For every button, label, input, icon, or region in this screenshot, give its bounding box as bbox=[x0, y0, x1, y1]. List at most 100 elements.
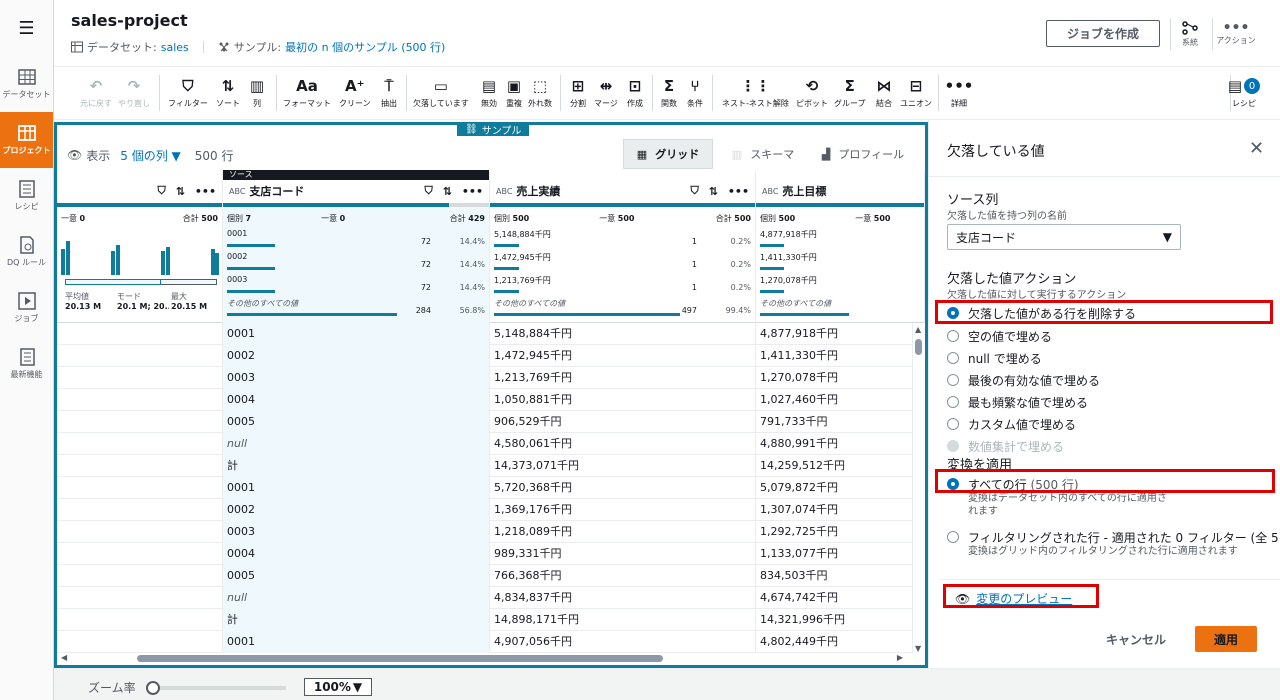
table-cell[interactable] bbox=[57, 543, 223, 565]
table-cell[interactable] bbox=[57, 367, 223, 389]
table-cell[interactable]: 0004 bbox=[223, 389, 490, 411]
sort-icon[interactable]: ⇅ bbox=[443, 185, 452, 198]
apply-button[interactable]: 適用 bbox=[1195, 626, 1257, 652]
table-cell[interactable]: 0001 bbox=[223, 477, 490, 499]
table-cell[interactable]: 4,880,991千円 bbox=[756, 433, 913, 455]
table-row[interactable]: 0003 1,213,769千円 1,270,078千円 bbox=[57, 367, 913, 389]
table-cell[interactable]: 1,472,945千円 bbox=[490, 345, 756, 367]
table-cell[interactable]: 5,148,884千円 bbox=[490, 323, 756, 345]
unnest-button[interactable]: ⋮⋮ ネスト-ネスト解除 bbox=[722, 77, 789, 109]
table-cell[interactable]: 1,213,769千円 bbox=[490, 367, 756, 389]
table-row[interactable]: 0005 766,368千円 834,503千円 bbox=[57, 565, 913, 587]
more-icon[interactable]: ••• bbox=[195, 185, 216, 198]
more-icon[interactable]: ••• bbox=[462, 185, 483, 198]
sample-link[interactable]: 最初の n 個のサンプル (500 行) bbox=[285, 39, 445, 55]
scroll-down-icon[interactable]: ▼ bbox=[915, 644, 921, 653]
table-row[interactable]: 0005 906,529千円 791,733千円 bbox=[57, 411, 913, 433]
column-header[interactable]: ⛉ ⇅ ••• bbox=[57, 171, 223, 207]
split-button[interactable]: ⊞ 分割 bbox=[567, 77, 589, 109]
zoom-slider-thumb[interactable] bbox=[146, 681, 160, 695]
table-cell[interactable]: 4,834,837千円 bbox=[490, 587, 756, 609]
actions-button[interactable]: ••• アクション bbox=[1214, 18, 1258, 50]
table-cell[interactable]: 0002 bbox=[223, 345, 490, 367]
table-cell[interactable] bbox=[57, 521, 223, 543]
source-column-select[interactable]: 支店コード ▼ bbox=[947, 224, 1181, 250]
clean-button[interactable]: A⁺ クリーン bbox=[339, 77, 371, 109]
filter-button[interactable]: ⛉ フィルター bbox=[168, 77, 208, 109]
table-cell[interactable] bbox=[57, 477, 223, 499]
table-cell[interactable]: 計 bbox=[223, 455, 490, 477]
table-row[interactable]: 0001 5,148,884千円 4,877,918千円 bbox=[57, 323, 913, 345]
table-cell[interactable]: 0004 bbox=[223, 543, 490, 565]
filter-icon[interactable]: ⛉ bbox=[424, 184, 432, 198]
radio-filtered-rows[interactable]: フィルタリングされた行 - 適用された 0 フィルター (全 5 bbox=[947, 529, 1280, 546]
sort-icon[interactable]: ⇅ bbox=[176, 185, 185, 198]
column-header-sales-target[interactable]: ABC 売上目標 bbox=[756, 171, 925, 207]
table-cell[interactable]: 0005 bbox=[223, 565, 490, 587]
table-cell[interactable]: 5,079,872千円 bbox=[756, 477, 913, 499]
missing-button[interactable]: ▭ 欠落しています bbox=[413, 77, 469, 109]
columns-dropdown[interactable]: 5 個の列 ▼ bbox=[120, 147, 181, 164]
table-cell[interactable] bbox=[57, 587, 223, 609]
table-cell[interactable]: 766,368千円 bbox=[490, 565, 756, 587]
group-button[interactable]: Σ グループ bbox=[834, 77, 866, 109]
table-cell[interactable]: 4,674,742千円 bbox=[756, 587, 913, 609]
table-cell[interactable]: 0003 bbox=[223, 367, 490, 389]
table-row[interactable]: 0002 1,472,945千円 1,411,330千円 bbox=[57, 345, 913, 367]
zoom-slider[interactable] bbox=[146, 686, 286, 690]
nav-item-projects[interactable]: プロジェクト bbox=[0, 112, 53, 168]
table-cell[interactable]: 834,503千円 bbox=[756, 565, 913, 587]
table-row[interactable]: null 4,834,837千円 4,674,742千円 bbox=[57, 587, 913, 609]
table-cell[interactable]: 1,050,881千円 bbox=[490, 389, 756, 411]
table-row[interactable]: 0002 1,369,176千円 1,307,074千円 bbox=[57, 499, 913, 521]
table-cell[interactable] bbox=[57, 565, 223, 587]
dataset-link[interactable]: sales bbox=[161, 41, 189, 54]
table-cell[interactable] bbox=[57, 631, 223, 653]
undo-button[interactable]: ↶ 元に戻す bbox=[80, 77, 112, 109]
table-cell[interactable]: 1,292,725千円 bbox=[756, 521, 913, 543]
table-cell[interactable]: 5,720,368千円 bbox=[490, 477, 756, 499]
nav-item-recipes[interactable]: レシピ bbox=[0, 168, 53, 224]
value-frequency-row[interactable]: 4,877,918千円 bbox=[760, 229, 920, 251]
functions-button[interactable]: Σ 関数 bbox=[658, 77, 680, 109]
outliers-button[interactable]: ⬚ 外れ数 bbox=[528, 77, 552, 109]
table-cell[interactable] bbox=[57, 411, 223, 433]
table-cell[interactable]: 906,529千円 bbox=[490, 411, 756, 433]
value-frequency-row[interactable]: その他のすべての値 bbox=[760, 298, 920, 320]
more-button[interactable]: ••• 詳細 bbox=[945, 77, 974, 109]
table-row[interactable]: 計 14,898,171千円 14,321,996千円 bbox=[57, 609, 913, 631]
duplicates-button[interactable]: ▣ 重複 bbox=[503, 77, 525, 109]
close-icon[interactable]: ✕ bbox=[1249, 138, 1264, 159]
table-cell[interactable]: 0002 bbox=[223, 499, 490, 521]
lineage-button[interactable]: 系統 bbox=[1168, 18, 1212, 50]
table-cell[interactable]: 1,411,330千円 bbox=[756, 345, 913, 367]
value-frequency-row[interactable]: 5,148,884千円 1 0.2% bbox=[494, 229, 751, 251]
value-frequency-row[interactable]: 0002 72 14.4% bbox=[227, 252, 485, 274]
radio-fill-empty[interactable]: 空の値で埋める bbox=[947, 328, 1052, 345]
radio-fill-custom[interactable]: カスタム値で埋める bbox=[947, 416, 1076, 433]
table-row[interactable]: 計 14,373,071千円 14,259,512千円 bbox=[57, 455, 913, 477]
table-cell[interactable]: 14,373,071千円 bbox=[490, 455, 756, 477]
table-cell[interactable] bbox=[57, 389, 223, 411]
tab-grid[interactable]: ▦ グリッド bbox=[623, 139, 713, 169]
value-frequency-row[interactable]: その他のすべての値 497 99.4% bbox=[494, 298, 751, 320]
filter-icon[interactable]: ⛉ bbox=[690, 184, 698, 198]
redo-button[interactable]: ↷ やり直し bbox=[118, 77, 150, 109]
radio-fill-most-frequent[interactable]: 最も頻繁な値で埋める bbox=[947, 394, 1088, 411]
nav-item-jobs[interactable]: ジョブ bbox=[0, 280, 53, 336]
scroll-left-icon[interactable]: ◀ bbox=[61, 653, 67, 662]
more-icon[interactable]: ••• bbox=[728, 185, 749, 198]
condition-button[interactable]: ⑂ 条件 bbox=[684, 77, 706, 109]
nav-item-dq-rules[interactable]: DQ ルール bbox=[0, 224, 53, 280]
nav-item-whats-new[interactable]: 最新機能 bbox=[0, 336, 53, 392]
table-cell[interactable]: 4,907,056千円 bbox=[490, 631, 756, 653]
table-cell[interactable]: 14,898,171千円 bbox=[490, 609, 756, 631]
horizontal-scrollbar[interactable]: ◀ ▶ bbox=[57, 653, 913, 663]
table-cell[interactable]: 791,733千円 bbox=[756, 411, 913, 433]
value-frequency-row[interactable]: 0001 72 14.4% bbox=[227, 229, 485, 251]
merge-button[interactable]: ⇹ マージ bbox=[594, 77, 618, 109]
cancel-button[interactable]: キャンセル bbox=[1101, 626, 1171, 652]
table-cell[interactable]: 4,877,918千円 bbox=[756, 323, 913, 345]
table-cell[interactable]: 4,580,061千円 bbox=[490, 433, 756, 455]
table-cell[interactable]: 1,027,460千円 bbox=[756, 389, 913, 411]
